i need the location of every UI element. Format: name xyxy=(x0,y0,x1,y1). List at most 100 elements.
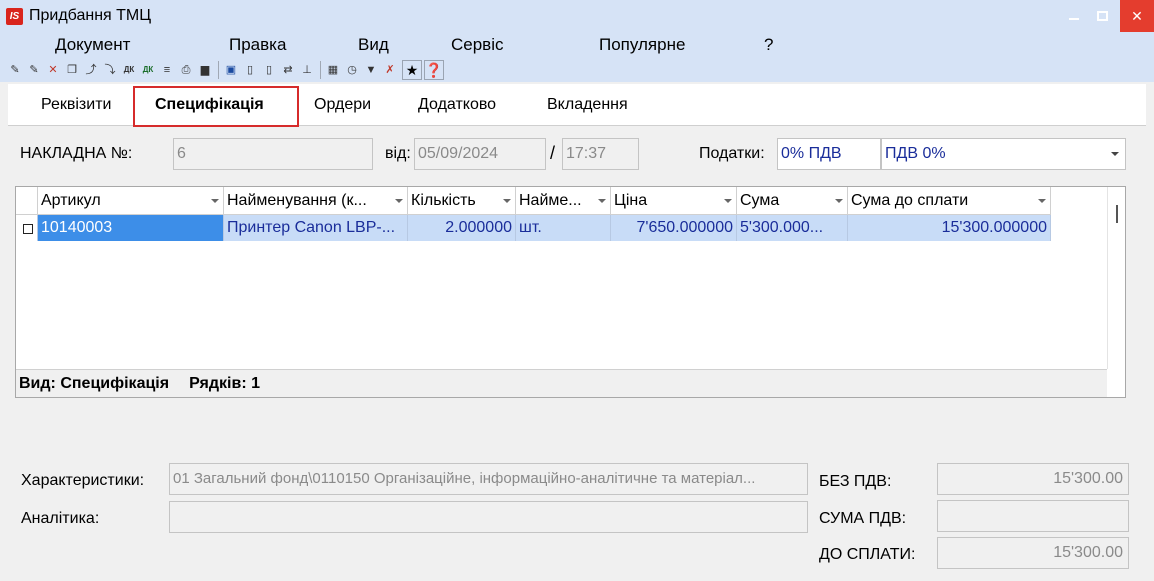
delete-icon[interactable]: ✕ xyxy=(46,63,60,77)
minimize-icon xyxy=(1069,18,1079,20)
cell-sum-to-pay[interactable]: 15'300.000000 xyxy=(848,215,1051,241)
date-field[interactable]: 05/09/2024 xyxy=(414,138,546,170)
cell-article[interactable]: 10140003 xyxy=(38,215,224,241)
column-header-label: Кількість xyxy=(411,192,476,209)
window-controls: ✕ xyxy=(1060,0,1154,32)
maximize-button[interactable] xyxy=(1088,0,1116,32)
menu-bar: Документ Правка Вид Сервіс Популярне ? xyxy=(0,32,1154,58)
invoice-number-field[interactable]: 6 xyxy=(173,138,373,170)
tab-attachments[interactable]: Вкладення xyxy=(547,96,628,114)
time-separator: / xyxy=(550,143,556,163)
title-bar: IS Придбання ТМЦ ✕ xyxy=(0,0,1154,32)
vat-sum-field xyxy=(937,500,1129,532)
column-header-sum-to-pay[interactable]: Сума до сплати xyxy=(848,187,1051,215)
book-open-icon[interactable]: ▯ xyxy=(243,63,257,77)
tax-label: Податки: xyxy=(699,145,765,162)
sort-icon[interactable] xyxy=(503,199,511,203)
copy-icon[interactable]: ❐ xyxy=(65,63,79,77)
tab-requisites[interactable]: Реквізити xyxy=(41,96,111,114)
sort-icon[interactable] xyxy=(835,199,843,203)
tab-highlight-frame xyxy=(133,86,299,127)
sort-icon[interactable] xyxy=(1038,199,1046,203)
export-icon[interactable]: ⤴ xyxy=(84,63,98,77)
close-icon: ✕ xyxy=(1131,7,1143,24)
no-vat-label: БЕЗ ПДВ: xyxy=(819,473,892,490)
favorites-icon[interactable]: ★ xyxy=(402,60,422,80)
tax-name-select[interactable]: ПДВ 0% xyxy=(881,138,1126,170)
sort-icon[interactable] xyxy=(395,199,403,203)
grid-row-count: Рядків: 1 xyxy=(189,375,260,392)
column-header-sum[interactable]: Сума xyxy=(737,187,848,215)
debit-credit-2-icon[interactable]: ДК xyxy=(141,63,155,77)
tab-additional[interactable]: Додатково xyxy=(418,96,496,114)
print-icon[interactable]: ⎙ xyxy=(179,63,193,77)
time-field[interactable]: 17:37 xyxy=(562,138,639,170)
new-doc-icon[interactable]: ✎ xyxy=(8,63,22,77)
menu-service[interactable]: Сервіс xyxy=(451,35,504,55)
close-button[interactable]: ✕ xyxy=(1120,0,1154,32)
menu-popular[interactable]: Популярне xyxy=(599,35,685,55)
import-icon[interactable]: ⤵ xyxy=(103,63,117,77)
tree-icon[interactable]: ⊥ xyxy=(300,63,314,77)
column-header-price[interactable]: Ціна xyxy=(611,187,737,215)
cell-unit[interactable]: шт. xyxy=(516,215,611,241)
debit-credit-icon[interactable]: ДК xyxy=(122,63,136,77)
save-icon[interactable]: ▣ xyxy=(224,63,238,77)
column-header-article[interactable]: Артикул xyxy=(38,187,224,215)
archive-icon[interactable]: ▆ xyxy=(198,63,212,77)
book-icon[interactable]: ▯ xyxy=(262,63,276,77)
to-pay-field: 15'300.00 xyxy=(937,537,1129,569)
grid-status-bar: Вид: Специфікація Рядків: 1 xyxy=(16,369,1107,397)
cell-price[interactable]: 7'650.000000 xyxy=(611,215,737,241)
column-header-unit[interactable]: Найме... xyxy=(516,187,611,215)
cell-quantity[interactable]: 2.000000 xyxy=(408,215,516,241)
cell-sum[interactable]: 5'300.000... xyxy=(737,215,848,241)
menu-edit[interactable]: Правка xyxy=(229,35,286,55)
column-header-quantity[interactable]: Кількість xyxy=(408,187,516,215)
date-from-label: від: xyxy=(385,145,411,162)
clear-filter-icon[interactable]: ✗ xyxy=(383,63,397,77)
maximize-icon xyxy=(1096,11,1108,21)
new-copy-icon[interactable]: ✎ xyxy=(27,63,41,77)
sort-icon[interactable] xyxy=(211,199,219,203)
app-logo: IS xyxy=(6,7,23,25)
specification-grid: Артикул Найменування (к... Кількість Най… xyxy=(15,186,1126,398)
help-icon[interactable]: ❓ xyxy=(424,60,444,80)
toolbar: ✎ ✎ ✕ ❐ ⤴ ⤵ ДК ДК ≡ ⎙ ▆ ▣ ▯ ▯ ⇄ ⊥ ▦ ◷ ▼ … xyxy=(0,58,1154,82)
analytics-field[interactable] xyxy=(169,501,808,533)
invoice-number-label: НАКЛАДНА №: xyxy=(20,145,133,162)
scrollbar-thumb[interactable] xyxy=(1116,205,1118,223)
row-indicator[interactable] xyxy=(16,215,38,241)
menu-document[interactable]: Документ xyxy=(55,35,130,55)
replace-icon[interactable]: ⇄ xyxy=(281,63,295,77)
analytics-label: Аналітика: xyxy=(21,510,100,527)
menu-view[interactable]: Вид xyxy=(358,35,389,55)
grid-scrollbar[interactable] xyxy=(1107,187,1125,369)
chevron-down-icon[interactable] xyxy=(1111,152,1119,156)
column-header-label: Найменування (к... xyxy=(227,192,367,209)
toolbar-separator xyxy=(320,61,321,79)
column-header-name[interactable]: Найменування (к... xyxy=(224,187,408,215)
table-icon[interactable]: ▦ xyxy=(326,63,340,77)
cell-name[interactable]: Принтер Canon LBP-... xyxy=(224,215,408,241)
sort-icon[interactable] xyxy=(724,199,732,203)
vat-sum-label: СУМА ПДВ: xyxy=(819,510,907,527)
column-header-label: Найме... xyxy=(519,192,582,209)
tax-code-field[interactable]: 0% ПДВ xyxy=(777,138,881,170)
grid-header-corner xyxy=(16,187,38,215)
history-icon[interactable]: ◷ xyxy=(345,63,359,77)
grid-view-status: Вид: Специфікація xyxy=(19,375,170,392)
column-header-label: Ціна xyxy=(614,192,648,209)
menu-help[interactable]: ? xyxy=(764,35,773,55)
filter-list-icon[interactable]: ≡ xyxy=(160,63,174,77)
row-checkbox[interactable] xyxy=(23,224,33,234)
minimize-button[interactable] xyxy=(1060,0,1088,32)
sort-icon[interactable] xyxy=(598,199,606,203)
characteristics-field[interactable]: 01 Загальний фонд\0110150 Організаційне,… xyxy=(169,463,808,495)
characteristics-label: Характеристики: xyxy=(21,472,145,489)
filter-icon[interactable]: ▼ xyxy=(364,63,378,77)
tab-orders[interactable]: Ордери xyxy=(314,96,371,114)
window-title: Придбання ТМЦ xyxy=(29,7,152,24)
tax-name-value: ПДВ 0% xyxy=(885,145,946,162)
to-pay-label: ДО СПЛАТИ: xyxy=(819,546,916,563)
